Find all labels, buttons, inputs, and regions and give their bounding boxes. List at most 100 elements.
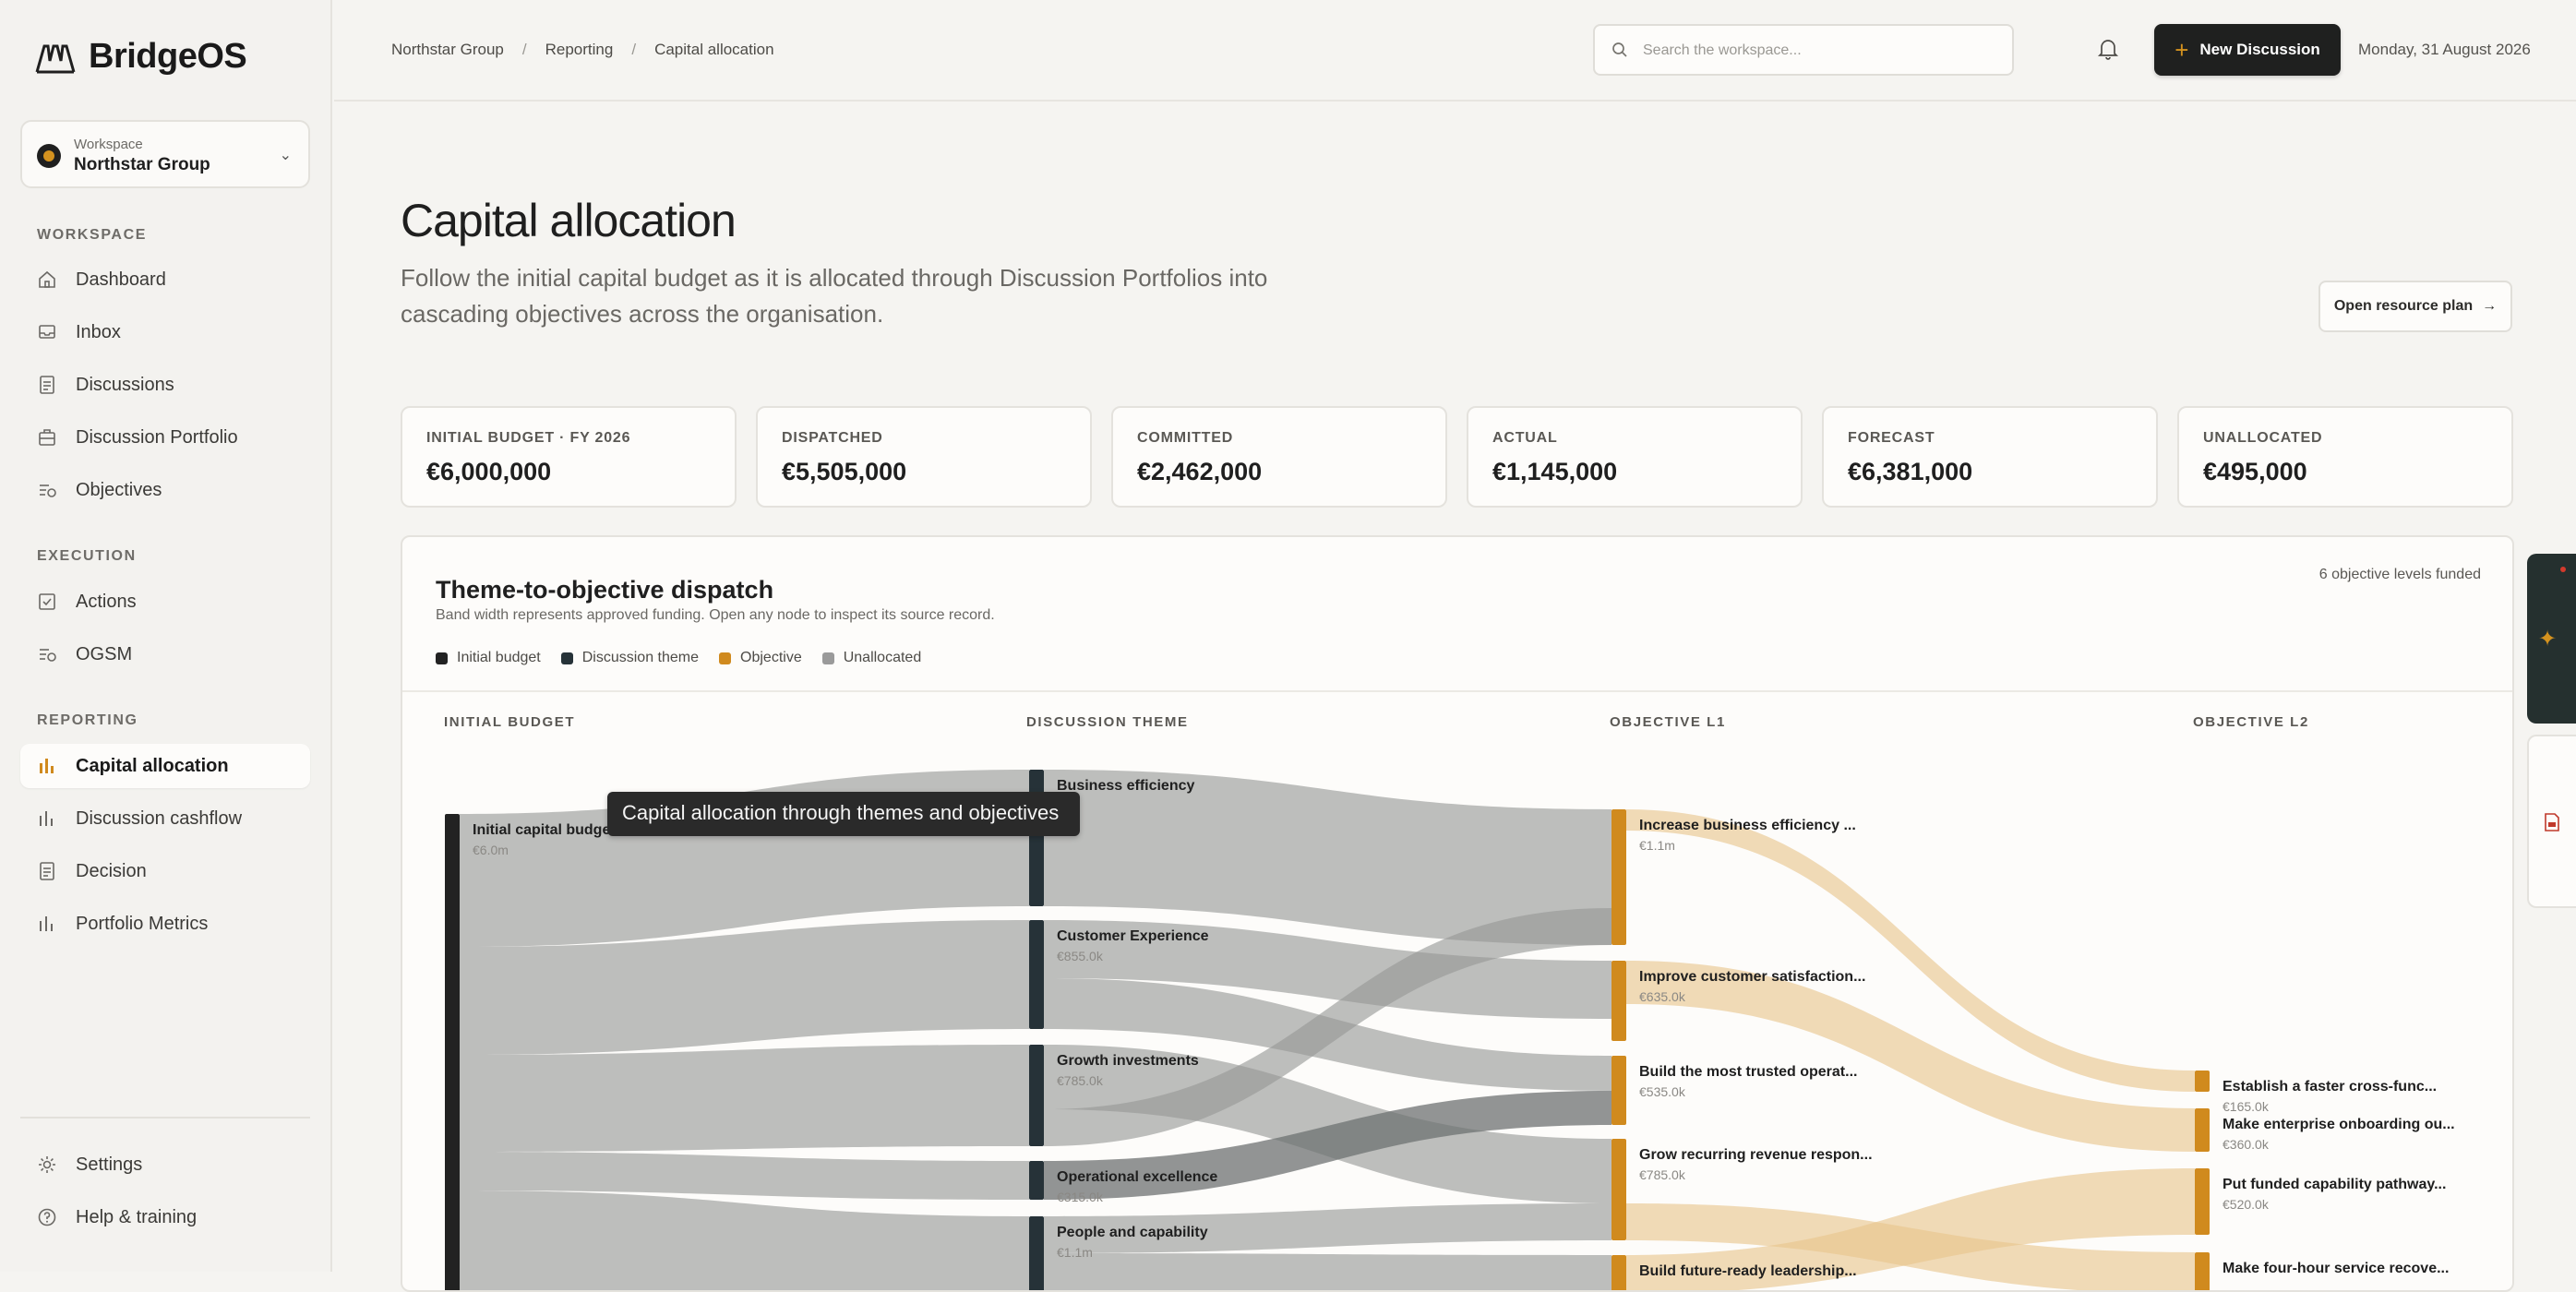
sankey-node-value: €785.0k (1057, 1073, 1104, 1088)
open-resource-plan-button[interactable]: Open resource plan → (2318, 281, 2512, 332)
workspace-avatar (37, 144, 61, 168)
sankey-node-o2[interactable] (1611, 961, 1626, 1041)
sankey-node-value: €360.0k (2223, 1137, 2270, 1152)
sankey-node-p4[interactable] (2195, 1252, 2210, 1292)
sankey-link-budget-t3[interactable] (460, 1045, 1029, 1152)
new-discussion-label: New Discussion (2199, 41, 2320, 58)
sankey-node-label: Business efficiency (1057, 778, 1195, 794)
search-input[interactable] (1641, 26, 2005, 76)
sidebar-item-label: Actions (76, 591, 137, 612)
sankey-node-label: Grow recurring revenue respon... (1639, 1147, 1873, 1163)
search-icon (1612, 42, 1627, 57)
kpi-value: €2,462,000 (1137, 458, 1263, 485)
sankey-node-o4[interactable] (1611, 1139, 1626, 1240)
kpi-value: €5,505,000 (782, 458, 907, 485)
sankey-node-p3[interactable] (2195, 1168, 2210, 1235)
page-subtitle: Follow the initial capital budget as it … (401, 264, 1268, 328)
bridge-logo-icon (35, 44, 76, 73)
sidebar-item-label: Settings (76, 1154, 143, 1175)
sankey-node-t3[interactable] (1029, 1045, 1044, 1146)
sankey-node-label: Make enterprise onboarding ou... (2223, 1117, 2455, 1132)
pdf-document-icon (2545, 813, 2559, 831)
sankey-node-o3[interactable] (1611, 1056, 1626, 1125)
sidebar-item-ogsm[interactable]: OGSM (20, 632, 310, 676)
sidebar-item-portfolio-metrics[interactable]: Portfolio Metrics (20, 902, 310, 946)
objectives-icon (37, 480, 57, 500)
document-dock[interactable] (2527, 735, 2576, 908)
brand[interactable]: BridgeOS (35, 37, 247, 77)
sidebar-item-label: Discussion cashflow (76, 808, 243, 829)
sidebar-item-discussion-cashflow[interactable]: Discussion cashflow (20, 796, 310, 841)
sankey-node-label: Establish a faster cross-func... (2223, 1079, 2437, 1095)
breadcrumb-item[interactable]: Northstar Group (391, 41, 504, 59)
sankey-node-t1[interactable] (1029, 770, 1044, 906)
sankey-node-o5[interactable] (1611, 1255, 1626, 1292)
sidebar-item-inbox[interactable]: Inbox (20, 310, 310, 354)
sidebar-item-label: Objectives (76, 479, 162, 500)
sidebar-item-capital-allocation[interactable]: Capital allocation (20, 744, 310, 788)
resource-plan-label: Open resource plan (2333, 298, 2474, 314)
sankey-link-o2-p2[interactable] (1626, 961, 2195, 1152)
sidebar-item-label: OGSM (76, 643, 133, 664)
sankey-node-label: Build the most trusted operat... (1639, 1064, 1857, 1080)
sidebar-item-label: Discussion Portfolio (76, 426, 238, 448)
breadcrumb: Northstar Group / Reporting / Capital al… (391, 41, 774, 59)
inbox-icon (37, 322, 57, 342)
nav-section-reporting: REPORTING (37, 712, 138, 728)
sidebar-item-label: Inbox (76, 321, 121, 342)
sankey-node-t5[interactable] (1029, 1216, 1044, 1292)
sankey-node-value: €520.0k (2223, 1197, 2270, 1212)
sankey-node-o1[interactable] (1611, 809, 1626, 945)
kpi-card-forecast: FORECAST €6,381,000 (1822, 406, 2158, 508)
sankey-node-label: Increase business efficiency ... (1639, 818, 1856, 833)
app-name: BridgeOS (89, 37, 247, 76)
sankey-link-t5-o5[interactable] (1044, 1253, 1611, 1292)
sankey-node-value: €1.1m (1057, 1245, 1093, 1260)
nav-section-execution: EXECUTION (37, 548, 137, 564)
kpi-value: €6,000,000 (426, 458, 552, 485)
sidebar-item-label: Portfolio Metrics (76, 913, 209, 934)
sankey-node-label: People and capability (1057, 1225, 1208, 1240)
workspace-switcher[interactable]: Workspace Northstar Group ⌄ (20, 120, 310, 188)
sankey-node-label: Put funded capability pathway... (2223, 1177, 2446, 1192)
kpi-label: UNALLOCATED (2203, 430, 2323, 446)
objectives-icon (37, 644, 57, 664)
sankey-node-value: €165.0k (2223, 1099, 2270, 1114)
assistant-dock[interactable]: ✦ (2527, 554, 2576, 724)
sankey-node-value: €785.0k (1639, 1167, 1686, 1182)
bar-chart-icon (37, 756, 57, 776)
sidebar-item-discussions[interactable]: Discussions (20, 363, 310, 407)
search-box[interactable] (1593, 24, 2014, 76)
sidebar-item-discussion-portfolio[interactable]: Discussion Portfolio (20, 415, 310, 460)
kpi-label: INITIAL BUDGET · FY 2026 (426, 430, 631, 446)
chart-tooltip: Capital allocation through themes and ob… (607, 792, 1080, 836)
current-date: Monday, 31 August 2026 (2358, 41, 2531, 58)
new-discussion-button[interactable]: + New Discussion (2154, 24, 2341, 76)
help-icon (37, 1207, 57, 1227)
sankey-node-budget[interactable] (445, 814, 460, 1292)
sidebar-item-objectives[interactable]: Objectives (20, 468, 310, 512)
kpi-label: ACTUAL (1492, 430, 1558, 446)
sidebar: BridgeOS Workspace Northstar Group ⌄ WOR… (0, 0, 332, 1272)
sankey-node-p1[interactable] (2195, 1071, 2210, 1092)
sidebar-item-label: Discussions (76, 374, 174, 395)
sankey-node-t4[interactable] (1029, 1161, 1044, 1200)
bar-chart-icon (37, 914, 57, 934)
sidebar-item-help[interactable]: Help & training (20, 1195, 310, 1239)
bell-icon[interactable] (2097, 37, 2119, 61)
sidebar-item-actions[interactable]: Actions (20, 580, 310, 624)
sankey-link-budget-t5[interactable] (460, 1190, 1029, 1292)
sankey-node-p2[interactable] (2195, 1108, 2210, 1152)
kpi-card-initial-budget: INITIAL BUDGET · FY 2026 €6,000,000 (401, 406, 737, 508)
sidebar-item-settings[interactable]: Settings (20, 1142, 310, 1187)
sidebar-item-dashboard[interactable]: Dashboard (20, 257, 310, 302)
breadcrumb-item[interactable]: Reporting (545, 41, 614, 59)
kpi-value: €495,000 (2203, 458, 2307, 485)
kpi-card-committed: COMMITTED €2,462,000 (1111, 406, 1447, 508)
topbar: Northstar Group / Reporting / Capital al… (334, 0, 2576, 102)
sankey-node-t2[interactable] (1029, 920, 1044, 1029)
sidebar-item-decision[interactable]: Decision (20, 849, 310, 893)
nav-section-workspace: WORKSPACE (37, 227, 147, 243)
kpi-card-dispatched: DISPATCHED €5,505,000 (756, 406, 1092, 508)
dispatch-panel: Theme-to-objective dispatch Band width r… (401, 535, 2514, 1292)
